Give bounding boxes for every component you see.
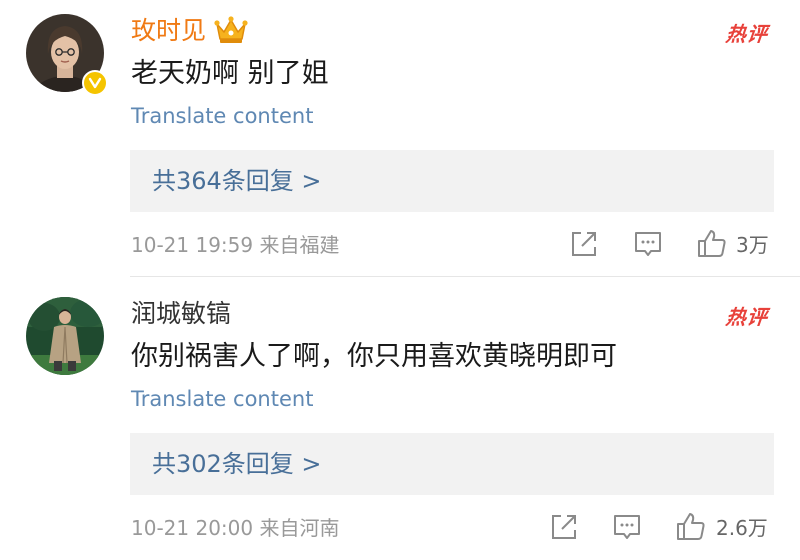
like-icon[interactable] — [675, 511, 707, 543]
replies-count-label: 共302条回复 > — [152, 450, 322, 478]
crown-icon — [214, 15, 248, 45]
like-count: 3万 — [736, 233, 769, 257]
comment-text: 你别祸害人了啊，你只用喜欢黄晓明即可 — [131, 341, 617, 372]
hot-comment-badge: 热评 — [724, 305, 770, 329]
avatar[interactable] — [26, 297, 104, 375]
comment-icon[interactable] — [632, 228, 664, 260]
username[interactable]: 玫时见 — [131, 14, 206, 48]
like-count: 2.6万 — [716, 516, 768, 540]
comment-item: 玫时见 热评 老天奶啊 别了姐 Translate content 共364条回… — [0, 0, 800, 276]
comment-icon[interactable] — [611, 511, 643, 543]
verified-badge-icon — [82, 70, 108, 96]
comment-text: 老天奶啊 别了姐 — [131, 58, 329, 89]
comment-meta: 10-21 20:00 来自河南 — [131, 516, 340, 540]
hot-comment-badge: 热评 — [724, 22, 770, 46]
share-icon[interactable] — [548, 511, 580, 543]
username[interactable]: 润城敏镐 — [131, 297, 231, 331]
translate-link[interactable]: Translate content — [131, 385, 313, 413]
comment-meta: 10-21 19:59 来自福建 — [131, 233, 340, 257]
replies-button[interactable]: 共302条回复 > — [130, 433, 774, 495]
translate-link[interactable]: Translate content — [131, 102, 313, 130]
avatar-image — [26, 297, 104, 375]
comment-item: 润城敏镐 热评 你别祸害人了啊，你只用喜欢黄晓明即可 Translate con… — [0, 283, 800, 560]
comment-divider — [130, 276, 800, 277]
share-icon[interactable] — [568, 228, 600, 260]
replies-button[interactable]: 共364条回复 > — [130, 150, 774, 212]
like-icon[interactable] — [696, 228, 728, 260]
replies-count-label: 共364条回复 > — [152, 167, 322, 195]
